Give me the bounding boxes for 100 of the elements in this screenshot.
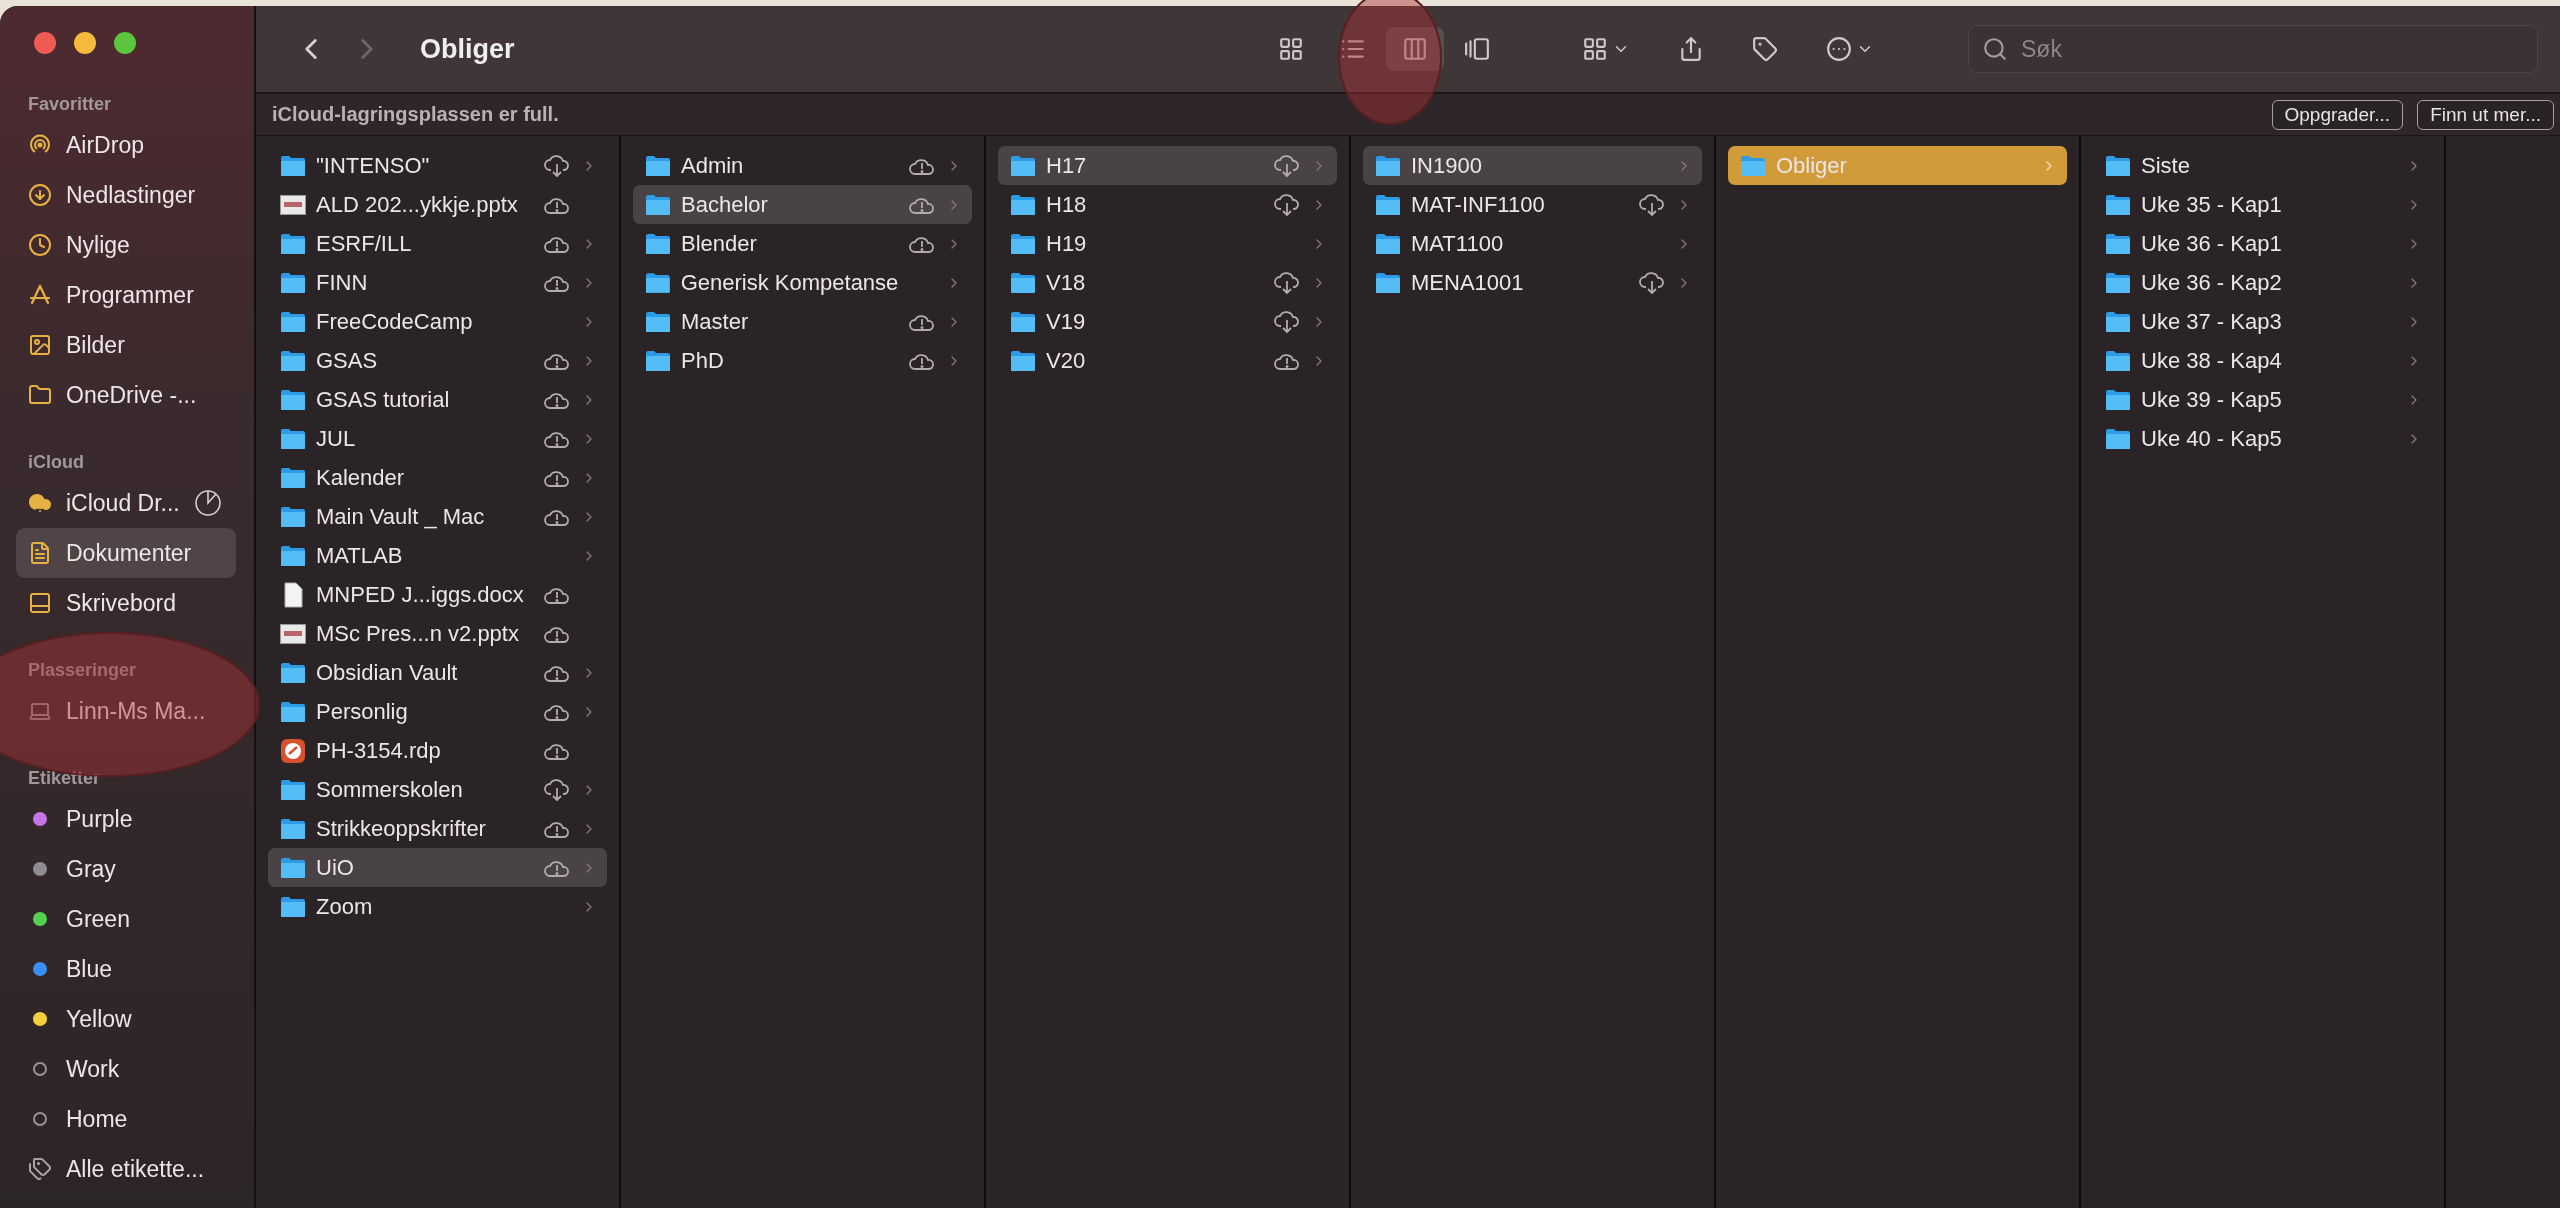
folder-icon (645, 349, 671, 372)
file-row[interactable]: Sommerskolen (268, 770, 607, 809)
tag-icon (1752, 36, 1778, 62)
file-row[interactable]: Master (633, 302, 972, 341)
file-row[interactable]: Uke 36 - Kap1 (2093, 224, 2432, 263)
file-row[interactable]: Uke 40 - Kap5 (2093, 419, 2432, 458)
folder-icon (1375, 271, 1401, 294)
sidebar-item[interactable]: Dokumenter (16, 528, 236, 578)
file-row[interactable]: Generisk Kompetanse (633, 263, 972, 302)
folder-icon (280, 544, 306, 567)
file-row[interactable]: H19 (998, 224, 1337, 263)
close-button[interactable] (34, 32, 56, 54)
file-row[interactable]: V19 (998, 302, 1337, 341)
folder-icon (2105, 388, 2131, 411)
folder-icon (280, 466, 306, 489)
banner-button[interactable]: Oppgrader... (2271, 99, 2404, 130)
file-row[interactable]: Uke 36 - Kap2 (2093, 263, 2432, 302)
file-row[interactable]: Personlig (268, 692, 607, 731)
sidebar-item[interactable]: AirDrop (16, 120, 236, 170)
file-row[interactable]: Kalender (268, 458, 607, 497)
sidebar-item[interactable]: Gray (16, 844, 236, 894)
clock-icon (28, 233, 52, 257)
photo-icon (28, 333, 52, 357)
file-row[interactable]: FreeCodeCamp (268, 302, 607, 341)
file-row[interactable]: MATLAB (268, 536, 607, 575)
folder-icon (280, 349, 306, 372)
sidebar-item[interactable]: Nylige (16, 220, 236, 270)
search-field[interactable]: Søk (1968, 25, 2538, 73)
sidebar-item[interactable]: Programmer (16, 270, 236, 320)
icon-view-icon (1278, 36, 1304, 62)
file-row[interactable]: V18 (998, 263, 1337, 302)
folder-icon (280, 505, 306, 528)
banner-button[interactable]: Finn ut mer... (2417, 99, 2554, 130)
file-row[interactable]: FINN (268, 263, 607, 302)
file-row[interactable]: GSAS tutorial (268, 380, 607, 419)
minimize-button[interactable] (74, 32, 96, 54)
folder-icon (1375, 193, 1401, 216)
folder-icon (1375, 232, 1401, 255)
sidebar-item[interactable]: Work (16, 1044, 236, 1094)
file-row[interactable]: PH-3154.rdp (268, 731, 607, 770)
progress-ring-icon (193, 489, 222, 517)
folder-icon (28, 383, 52, 407)
sidebar-item[interactable]: Nedlastinger (16, 170, 236, 220)
file-row[interactable]: Strikkeoppskrifter (268, 809, 607, 848)
file-row[interactable]: GSAS (268, 341, 607, 380)
file-row[interactable]: IN1900 (1363, 146, 1702, 185)
sidebar-item[interactable]: Alle etikette... (16, 1144, 236, 1194)
file-row[interactable]: Uke 37 - Kap3 (2093, 302, 2432, 341)
folder-icon (280, 232, 306, 255)
folder-icon (645, 154, 671, 177)
file-row[interactable]: Siste (2093, 146, 2432, 185)
folder-icon (1010, 193, 1036, 216)
folder-icon (280, 427, 306, 450)
file-row[interactable]: Obsidian Vault (268, 653, 607, 692)
folder-icon (280, 271, 306, 294)
file-row[interactable]: H18 (998, 185, 1337, 224)
sidebar-item[interactable]: Skrivebord (16, 578, 236, 628)
window-title: Obliger (420, 33, 515, 65)
file-row[interactable]: Bachelor (633, 185, 972, 224)
group-icon (1582, 36, 1608, 62)
sidebar-item[interactable]: Blue (16, 944, 236, 994)
file-row[interactable]: V20 (998, 341, 1337, 380)
file-row[interactable]: MAT-INF1100 (1363, 185, 1702, 224)
file-row[interactable]: ALD 202...ykkje.pptx (268, 185, 607, 224)
share-icon (1678, 36, 1704, 62)
sidebar-item[interactable]: Home (16, 1094, 236, 1144)
folder-icon (1010, 232, 1036, 255)
sidebar-section-header: Plasseringer (27, 659, 138, 682)
column-view-icon (1402, 36, 1428, 62)
sidebar-item[interactable]: OneDrive -... (16, 370, 236, 420)
sidebar-item[interactable]: Purple (16, 794, 236, 844)
tags-icon (28, 1157, 52, 1181)
file-row[interactable]: Zoom (268, 887, 607, 926)
file-row[interactable]: Uke 35 - Kap1 (2093, 185, 2432, 224)
file-row[interactable]: ESRF/ILL (268, 224, 607, 263)
sidebar-item[interactable]: Yellow (16, 994, 236, 1044)
file-row[interactable]: MSc Pres...n v2.pptx (268, 614, 607, 653)
file-row[interactable]: JUL (268, 419, 607, 458)
folder-icon (280, 661, 306, 684)
file-row[interactable]: PhD (633, 341, 972, 380)
folder-icon (1010, 349, 1036, 372)
file-row[interactable]: Admin (633, 146, 972, 185)
sidebar-item[interactable]: Green (16, 894, 236, 944)
folder-icon (1740, 154, 1766, 177)
sidebar-item[interactable]: Linn-Ms Ma... (16, 686, 236, 736)
file-row[interactable]: Main Vault _ Mac (268, 497, 607, 536)
file-row[interactable]: H17 (998, 146, 1337, 185)
file-row[interactable]: MENA1001 (1363, 263, 1702, 302)
folder-icon (2105, 232, 2131, 255)
file-row[interactable]: MAT1100 (1363, 224, 1702, 263)
file-row[interactable]: Uke 39 - Kap5 (2093, 380, 2432, 419)
file-row[interactable]: MNPED J...iggs.docx (268, 575, 607, 614)
file-row[interactable]: Blender (633, 224, 972, 263)
sidebar-item[interactable]: iCloud Dr... (16, 478, 236, 528)
folder-icon (280, 700, 306, 723)
file-row[interactable]: "INTENSO" (268, 146, 607, 185)
file-row[interactable]: UiO (268, 848, 607, 887)
sidebar-item[interactable]: Bilder (16, 320, 236, 370)
file-row[interactable]: Uke 38 - Kap4 (2093, 341, 2432, 380)
zoom-button[interactable] (114, 32, 136, 54)
